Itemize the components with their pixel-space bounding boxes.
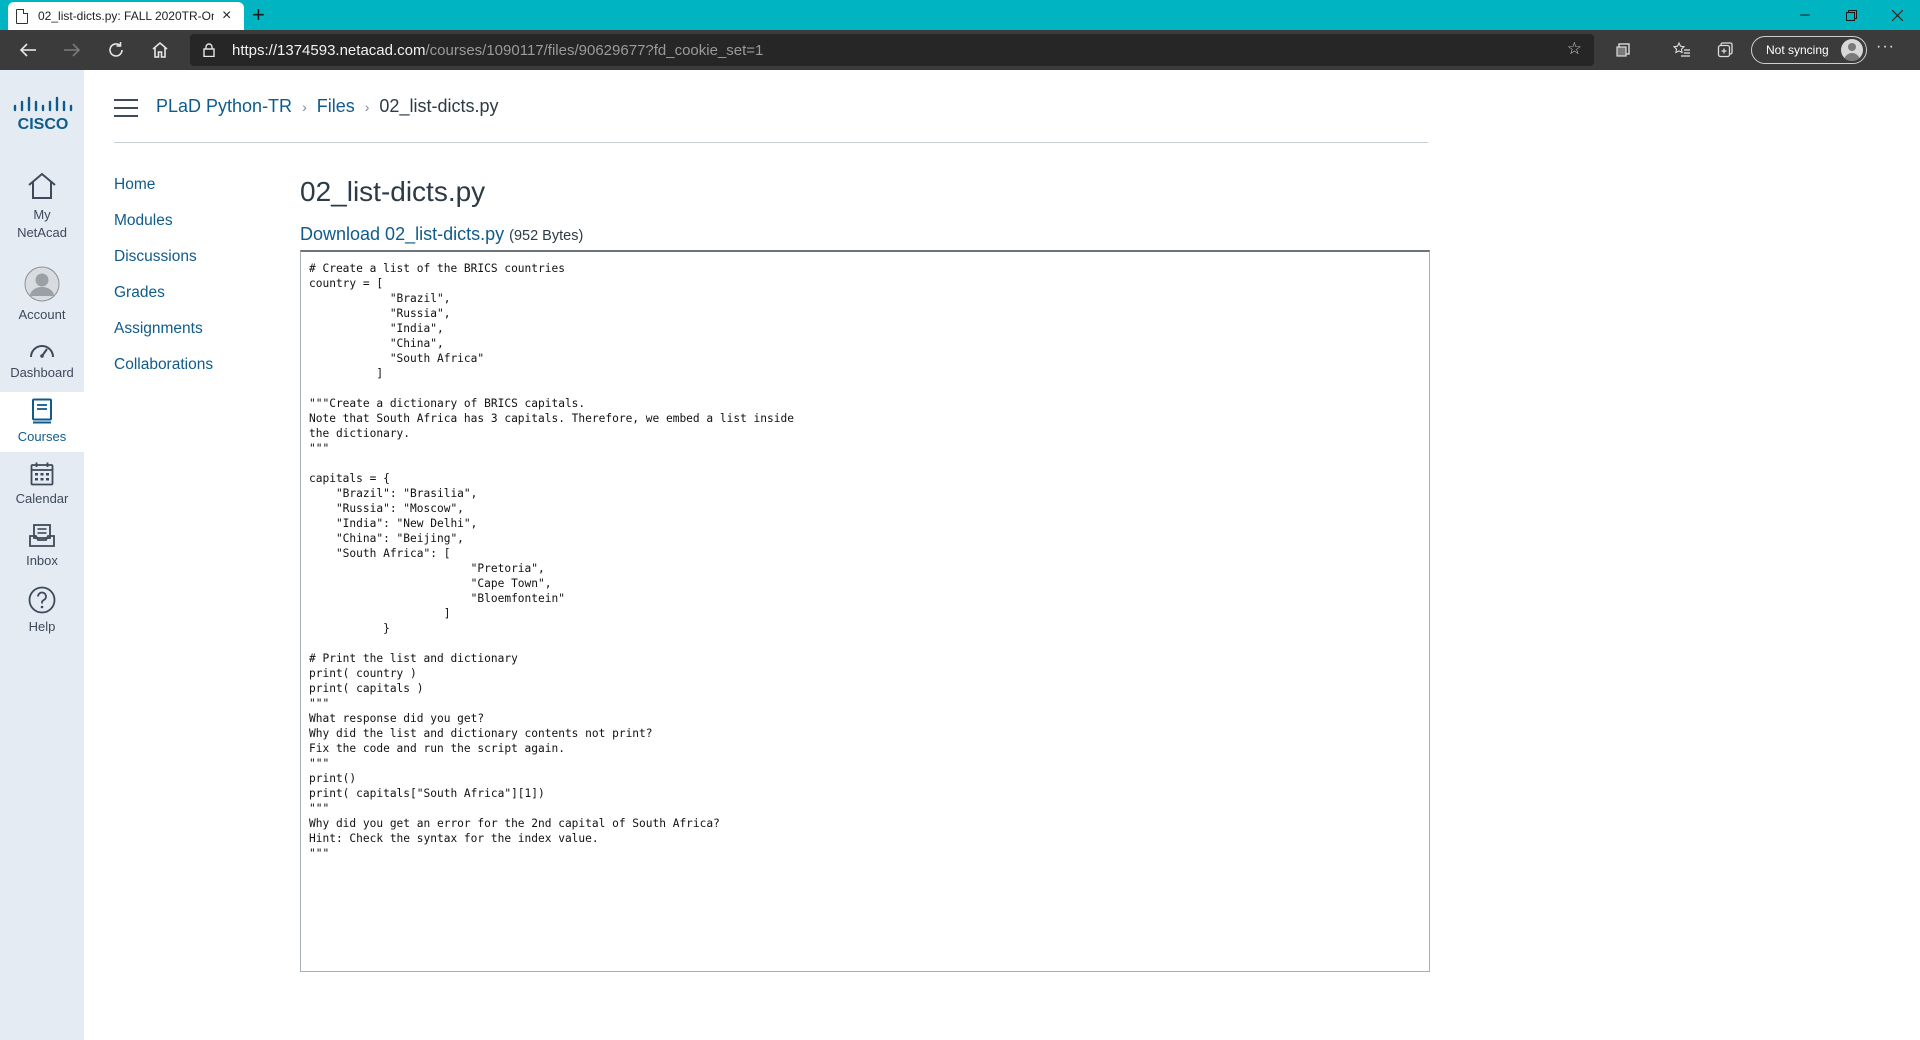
global-nav-inbox[interactable]: Inbox (0, 524, 84, 570)
home-icon[interactable] (142, 30, 178, 70)
minimize-icon[interactable] (1782, 2, 1828, 28)
breadcrumb-current: 02_list-dicts.py (379, 96, 499, 116)
restore-icon[interactable] (1828, 2, 1874, 28)
new-tab-button[interactable]: + (252, 4, 265, 26)
page-title: 02_list-dicts.py (300, 176, 486, 207)
global-nav-courses[interactable]: Courses (0, 392, 84, 452)
course-nav-assignments[interactable]: Assignments (114, 318, 213, 354)
course-menu-toggle-icon[interactable] (114, 99, 138, 117)
profile-icon (1841, 39, 1863, 61)
profile-sync-button[interactable]: Not syncing (1751, 36, 1867, 64)
course-nav-grades[interactable]: Grades (114, 282, 213, 318)
breadcrumb-course-link[interactable]: PLaD Python-TR (156, 96, 292, 117)
favorite-star-icon[interactable]: ☆ (1567, 39, 1582, 59)
global-nav-dashboard[interactable]: Dashboard (0, 340, 84, 382)
browser-tab-strip: 02_list-dicts.py: FALL 2020TR-Online × + (0, 0, 1920, 30)
breadcrumb-separator: › (364, 98, 370, 115)
breadcrumb-files-link[interactable]: Files (317, 96, 355, 117)
global-nav-calendar[interactable]: Calendar (0, 462, 84, 508)
browser-toolbar: https://1374593.netacad.com/courses/1090… (0, 30, 1920, 70)
lock-icon (203, 43, 215, 57)
breadcrumb-separator: › (302, 98, 307, 115)
course-nav-modules[interactable]: Modules (114, 210, 213, 246)
help-icon (28, 586, 56, 614)
svg-text:CISCO: CISCO (18, 116, 69, 132)
address-bar[interactable]: https://1374593.netacad.com/courses/1090… (190, 34, 1594, 66)
home-icon (28, 172, 56, 199)
course-navigation: Home Modules Discussions Grades Assignme… (114, 174, 213, 390)
sync-label: Not syncing (1766, 43, 1829, 57)
window-close-icon[interactable] (1874, 2, 1920, 28)
breadcrumb: PLaD Python-TR › Files › 02_list-dicts.p… (156, 96, 498, 117)
header-divider (114, 142, 1428, 143)
inbox-icon (29, 524, 55, 547)
course-nav-collaborations[interactable]: Collaborations (114, 354, 213, 390)
cisco-logo[interactable]: CISCO (12, 96, 74, 132)
forward-arrow-icon[interactable] (54, 30, 90, 70)
file-size: (952 Bytes) (509, 228, 584, 244)
global-nav-my-netacad[interactable]: My NetAcad (0, 172, 84, 242)
global-nav-help[interactable]: Help (0, 586, 84, 636)
dashboard-icon (30, 345, 54, 358)
more-icon[interactable]: ··· (1876, 38, 1895, 56)
browser-tab[interactable]: 02_list-dicts.py: FALL 2020TR-Online × (8, 2, 244, 30)
tab-close-icon[interactable]: × (222, 8, 231, 24)
favorites-icon[interactable] (1670, 38, 1694, 62)
courses-icon (32, 398, 52, 424)
download-row: Download 02_list-dicts.py (952 Bytes) (300, 224, 583, 245)
tab-title: 02_list-dicts.py: FALL 2020TR-Online (38, 9, 214, 23)
collections-icon[interactable] (1713, 38, 1737, 62)
calendar-icon (30, 462, 54, 486)
avatar-icon (24, 266, 60, 302)
page-icon (16, 8, 28, 24)
back-arrow-icon[interactable] (10, 30, 46, 70)
file-preview-frame[interactable]: # Create a list of the BRICS countries c… (300, 250, 1430, 972)
download-file-link[interactable]: Download 02_list-dicts.py (300, 224, 504, 244)
global-navigation: CISCO My NetAcad Account Dashboard Cours… (0, 70, 84, 1040)
course-nav-discussions[interactable]: Discussions (114, 246, 213, 282)
refresh-icon[interactable] (98, 30, 134, 70)
code-content: # Create a list of the BRICS countries c… (309, 262, 794, 860)
url-text: https://1374593.netacad.com/courses/1090… (232, 42, 764, 59)
global-nav-account[interactable]: Account (0, 266, 84, 324)
course-nav-home[interactable]: Home (114, 174, 213, 210)
extensions-icon[interactable] (1612, 38, 1636, 62)
